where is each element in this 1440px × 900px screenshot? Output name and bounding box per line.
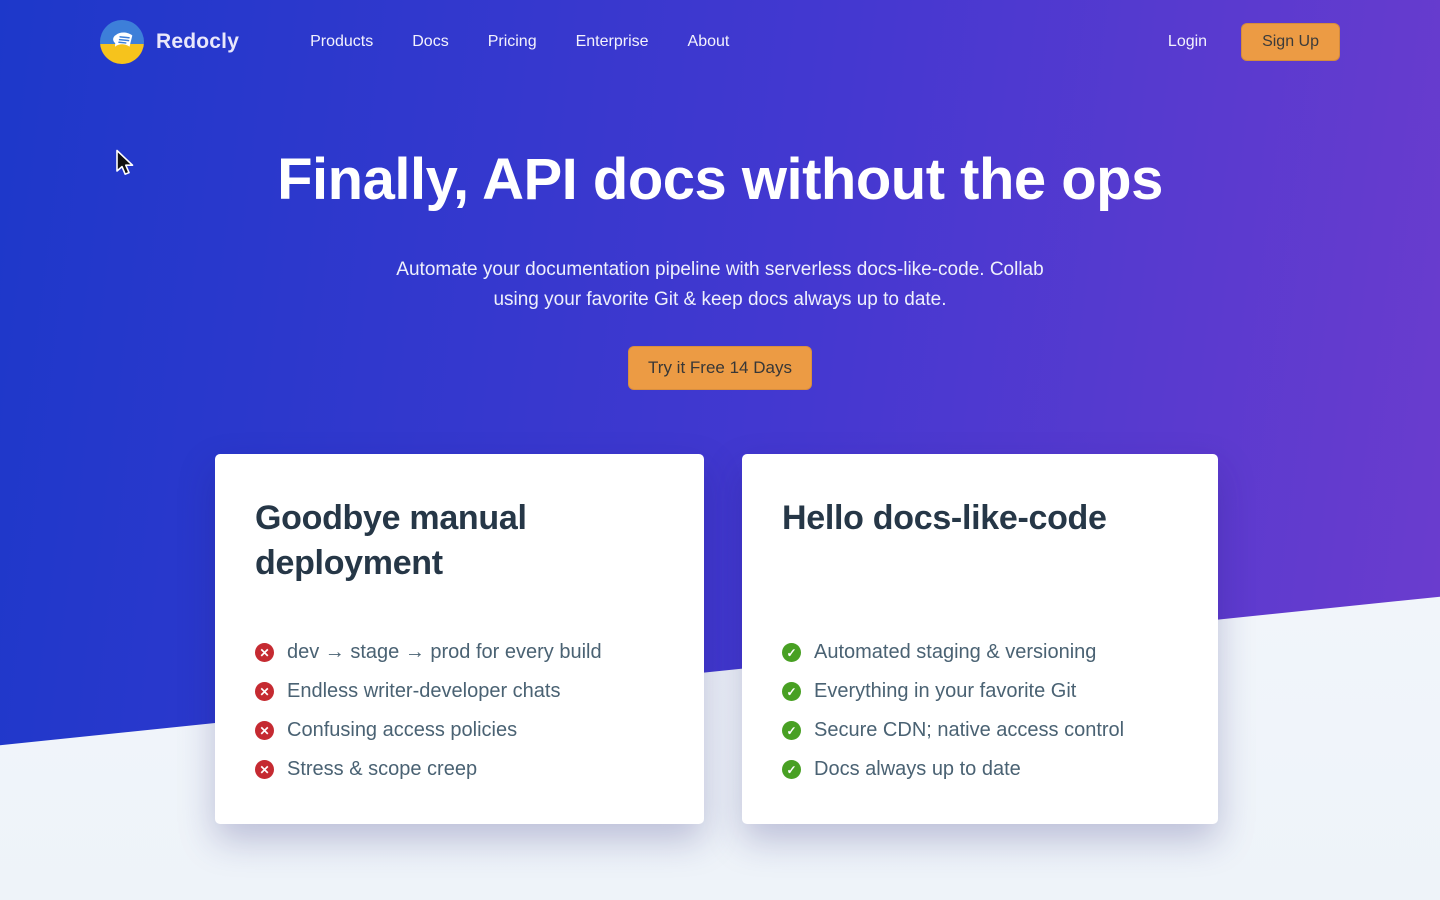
list-item-label: Secure CDN; native access control <box>814 719 1124 742</box>
signup-button[interactable]: Sign Up <box>1241 23 1340 61</box>
cross-icon: ✕ <box>255 682 274 701</box>
hero-title: Finally, API docs without the ops <box>0 147 1440 214</box>
auth-actions: Login Sign Up <box>1168 23 1340 61</box>
check-icon: ✓ <box>782 643 801 662</box>
hero-subtitle-line2: using your favorite Git & keep docs alwa… <box>0 285 1440 315</box>
list-item: ✓ Automated staging & versioning <box>782 633 1178 672</box>
redocly-landing-page: Redocly Products Docs Pricing Enterprise… <box>0 0 1440 900</box>
card-title: Goodbye manual deployment <box>255 496 664 633</box>
card-goodbye-manual-deployment: Goodbye manual deployment ✕ dev → stage … <box>215 454 704 824</box>
nav-item-docs[interactable]: Docs <box>412 33 448 51</box>
main-nav: Products Docs Pricing Enterprise About <box>310 33 729 51</box>
list-item: ✓ Docs always up to date <box>782 750 1178 789</box>
cross-icon: ✕ <box>255 721 274 740</box>
list-item: ✕ Endless writer-developer chats <box>255 672 664 711</box>
nav-item-about[interactable]: About <box>688 33 730 51</box>
hero-content: Finally, API docs without the ops Automa… <box>0 84 1440 390</box>
list-item-label: Automated staging & versioning <box>814 641 1096 664</box>
card-title: Hello docs-like-code <box>782 496 1178 633</box>
check-icon: ✓ <box>782 760 801 779</box>
cross-icon: ✕ <box>255 760 274 779</box>
benefits-list: ✓ Automated staging & versioning ✓ Every… <box>782 633 1178 789</box>
top-nav: Redocly Products Docs Pricing Enterprise… <box>0 0 1440 84</box>
mouse-cursor <box>112 148 138 178</box>
cta-button[interactable]: Try it Free 14 Days <box>628 346 812 390</box>
pain-points-list: ✕ dev → stage → prod for every build ✕ E… <box>255 633 664 789</box>
hero-subtitle-line1: Automate your documentation pipeline wit… <box>0 255 1440 285</box>
list-item-label: Endless writer-developer chats <box>287 680 560 703</box>
check-icon: ✓ <box>782 682 801 701</box>
redocly-logo-icon <box>100 20 144 64</box>
list-item-label: Everything in your favorite Git <box>814 680 1076 703</box>
list-item: ✕ Confusing access policies <box>255 711 664 750</box>
list-item: ✓ Everything in your favorite Git <box>782 672 1178 711</box>
card-hello-docs-like-code: Hello docs-like-code ✓ Automated staging… <box>742 454 1218 824</box>
comparison-cards: Goodbye manual deployment ✕ dev → stage … <box>215 454 1218 824</box>
brand-name: Redocly <box>156 30 239 54</box>
list-item-label: Stress & scope creep <box>287 758 477 781</box>
list-item-label: dev → stage → prod for every build <box>287 641 602 664</box>
nav-item-products[interactable]: Products <box>310 33 373 51</box>
list-item-label: Confusing access policies <box>287 719 517 742</box>
brand-home-link[interactable]: Redocly <box>100 20 239 64</box>
list-item: ✕ Stress & scope creep <box>255 750 664 789</box>
list-item-label: Docs always up to date <box>814 758 1021 781</box>
list-item: ✕ dev → stage → prod for every build <box>255 633 664 672</box>
scroll-glyph <box>107 27 137 57</box>
list-item: ✓ Secure CDN; native access control <box>782 711 1178 750</box>
login-link[interactable]: Login <box>1168 33 1207 51</box>
hero-subtitle: Automate your documentation pipeline wit… <box>0 255 1440 315</box>
check-icon: ✓ <box>782 721 801 740</box>
cross-icon: ✕ <box>255 643 274 662</box>
nav-item-pricing[interactable]: Pricing <box>488 33 537 51</box>
nav-item-enterprise[interactable]: Enterprise <box>576 33 649 51</box>
